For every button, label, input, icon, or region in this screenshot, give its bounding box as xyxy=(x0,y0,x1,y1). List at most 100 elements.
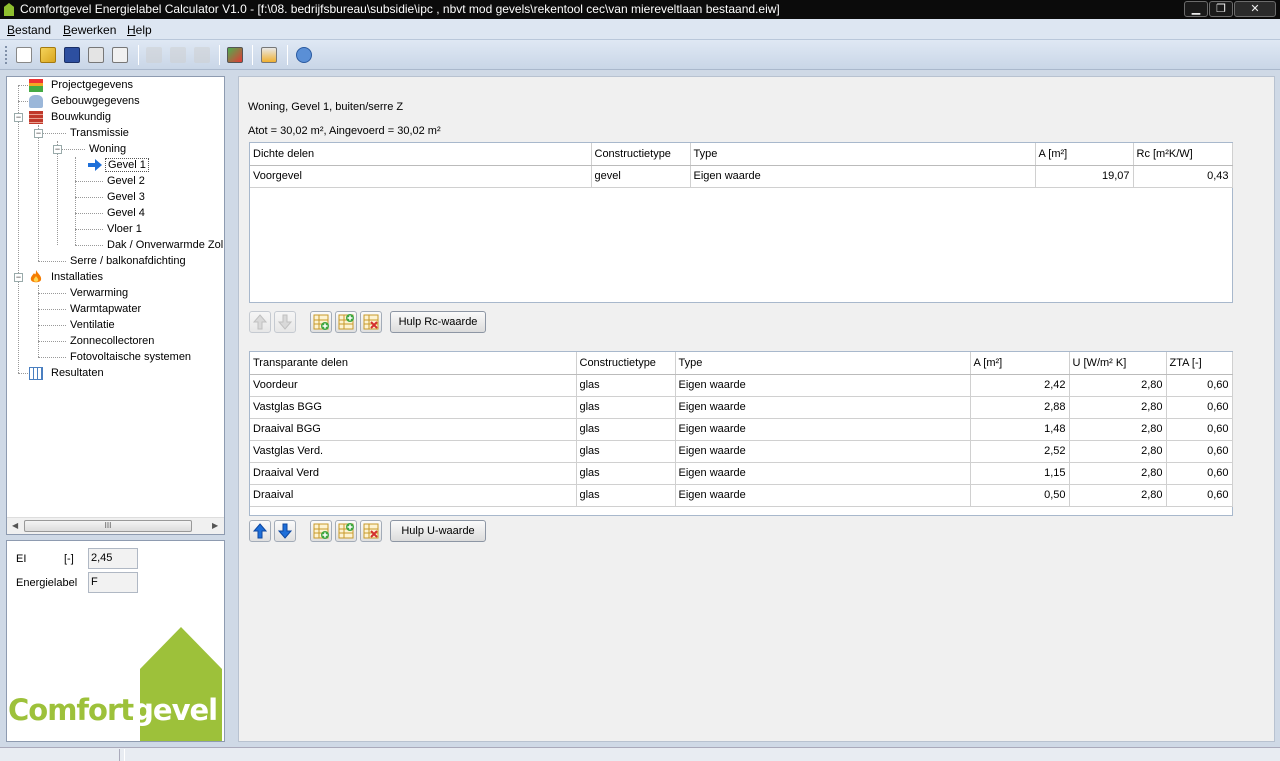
col-header[interactable]: Type xyxy=(690,143,1036,166)
save-icon[interactable] xyxy=(64,47,80,63)
tree-item-fotovoltaische[interactable]: Fotovoltaische systemen xyxy=(68,349,193,365)
cell-name[interactable]: Vastglas BGG xyxy=(250,396,577,419)
expander-woning[interactable]: − xyxy=(53,145,62,154)
cell-type[interactable]: Eigen waarde xyxy=(690,165,1036,188)
tree-item-serre[interactable]: Serre / balkonafdichting xyxy=(68,253,188,269)
insert-row-button[interactable] xyxy=(335,520,357,542)
copy-icon[interactable] xyxy=(170,47,186,63)
cell-name[interactable]: Draaival BGG xyxy=(250,418,577,441)
tree-item-warmtapwater[interactable]: Warmtapwater xyxy=(68,301,143,317)
tree-item-transmissie[interactable]: Transmissie xyxy=(68,125,131,141)
tree-item-gebouwgegevens[interactable]: Gebouwgegevens xyxy=(49,93,142,109)
table-row[interactable]: Draaival glas Eigen waarde 0,50 2,80 0,6… xyxy=(250,484,1233,507)
tree-item-gevel-2[interactable]: Gevel 2 xyxy=(105,173,147,189)
table-row[interactable]: Draaival Verd glas Eigen waarde 1,15 2,8… xyxy=(250,462,1233,485)
cell-u[interactable]: 2,80 xyxy=(1069,462,1167,485)
tree-item-dak[interactable]: Dak / Onverwarmde Zol xyxy=(105,237,224,253)
add-row-button[interactable] xyxy=(310,311,332,333)
cell-zta[interactable]: 0,60 xyxy=(1166,396,1233,419)
cell-name[interactable]: Voordeur xyxy=(250,374,577,397)
expander-transmissie[interactable]: − xyxy=(34,129,43,138)
paste-icon[interactable] xyxy=(194,47,210,63)
cell-type[interactable]: Eigen waarde xyxy=(675,484,971,507)
tree-horizontal-scrollbar[interactable]: ◀ III ▶ xyxy=(7,517,224,534)
cut-icon[interactable] xyxy=(146,47,162,63)
tree-item-installaties[interactable]: Installaties xyxy=(49,269,105,285)
cell-type[interactable]: Eigen waarde xyxy=(675,440,971,463)
new-file-icon[interactable] xyxy=(16,47,32,63)
cell-constructietype[interactable]: glas xyxy=(576,374,676,397)
minimize-button[interactable]: ▁ xyxy=(1184,1,1208,17)
tree-item-vloer-1[interactable]: Vloer 1 xyxy=(105,221,144,237)
close-button[interactable]: ✕ xyxy=(1234,1,1276,17)
table-row[interactable]: Vastglas Verd. glas Eigen waarde 2,52 2,… xyxy=(250,440,1233,463)
insert-row-button[interactable] xyxy=(335,311,357,333)
add-row-button[interactable] xyxy=(310,520,332,542)
move-up-button[interactable] xyxy=(249,311,271,333)
cell-u[interactable]: 2,80 xyxy=(1069,396,1167,419)
col-header[interactable]: ZTA [-] xyxy=(1166,352,1233,375)
tree-item-gevel-3[interactable]: Gevel 3 xyxy=(105,189,147,205)
calculate-icon[interactable] xyxy=(227,47,243,63)
col-header[interactable]: Dichte delen xyxy=(250,143,592,166)
move-down-button[interactable] xyxy=(274,520,296,542)
tree-item-gevel-1[interactable]: Gevel 1 xyxy=(105,157,149,173)
cell-area[interactable]: 1,48 xyxy=(970,418,1070,441)
expander-bouwkundig[interactable]: − xyxy=(14,113,23,122)
tree-item-projectgegevens[interactable]: Projectgegevens xyxy=(49,77,135,93)
cell-area[interactable]: 2,88 xyxy=(970,396,1070,419)
cell-name[interactable]: Voorgevel xyxy=(250,165,592,188)
col-header[interactable]: Constructietype xyxy=(591,143,691,166)
dichte-delen-grid[interactable]: Dichte delen Constructietype Type A [m²]… xyxy=(249,142,1233,303)
print-preview-icon[interactable] xyxy=(112,47,128,63)
cell-u[interactable]: 2,80 xyxy=(1069,484,1167,507)
tree-item-ventilatie[interactable]: Ventilatie xyxy=(68,317,117,333)
cell-type[interactable]: Eigen waarde xyxy=(675,462,971,485)
delete-row-button[interactable] xyxy=(360,520,382,542)
scroll-right-icon[interactable]: ▶ xyxy=(212,521,218,530)
transparante-delen-grid[interactable]: Transparante delen Constructietype Type … xyxy=(249,351,1233,516)
tree-item-resultaten[interactable]: Resultaten xyxy=(49,365,106,381)
table-row[interactable]: Voorgevel gevel Eigen waarde 19,07 0,43 xyxy=(250,165,1233,188)
tree-item-woning[interactable]: Woning xyxy=(87,141,128,157)
tree-item-zonnecollectoren[interactable]: Zonnecollectoren xyxy=(68,333,156,349)
cell-zta[interactable]: 0,60 xyxy=(1166,374,1233,397)
cell-rc[interactable]: 0,43 xyxy=(1133,165,1233,188)
col-header[interactable]: A [m²] xyxy=(970,352,1070,375)
menu-help[interactable]: Help xyxy=(127,23,152,37)
cell-area[interactable]: 19,07 xyxy=(1035,165,1134,188)
cell-area[interactable]: 2,52 xyxy=(970,440,1070,463)
menu-bestand[interactable]: Bestand xyxy=(7,23,51,37)
scroll-left-icon[interactable]: ◀ xyxy=(12,521,18,530)
cell-zta[interactable]: 0,60 xyxy=(1166,440,1233,463)
cell-constructietype[interactable]: glas xyxy=(576,440,676,463)
cell-u[interactable]: 2,80 xyxy=(1069,374,1167,397)
expander-installaties[interactable]: − xyxy=(14,273,23,282)
col-header[interactable]: Rc [m²K/W] xyxy=(1133,143,1233,166)
cell-u[interactable]: 2,80 xyxy=(1069,440,1167,463)
cell-zta[interactable]: 0,60 xyxy=(1166,418,1233,441)
move-down-button[interactable] xyxy=(274,311,296,333)
col-header[interactable]: Transparante delen xyxy=(250,352,577,375)
cell-area[interactable]: 2,42 xyxy=(970,374,1070,397)
cell-constructietype[interactable]: glas xyxy=(576,396,676,419)
cell-area[interactable]: 0,50 xyxy=(970,484,1070,507)
cell-zta[interactable]: 0,60 xyxy=(1166,484,1233,507)
cell-type[interactable]: Eigen waarde xyxy=(675,374,971,397)
tree-item-verwarming[interactable]: Verwarming xyxy=(68,285,130,301)
menu-bewerken[interactable]: Bewerken xyxy=(63,23,116,37)
cell-u[interactable]: 2,80 xyxy=(1069,418,1167,441)
hulp-rc-waarde-button[interactable]: Hulp Rc-waarde xyxy=(390,311,486,333)
print-icon[interactable] xyxy=(88,47,104,63)
help-icon[interactable] xyxy=(296,47,312,63)
table-row[interactable]: Draaival BGG glas Eigen waarde 1,48 2,80… xyxy=(250,418,1233,441)
cell-type[interactable]: Eigen waarde xyxy=(675,418,971,441)
table-row[interactable]: Voordeur glas Eigen waarde 2,42 2,80 0,6… xyxy=(250,374,1233,397)
cell-name[interactable]: Vastglas Verd. xyxy=(250,440,577,463)
open-folder-icon[interactable] xyxy=(40,47,56,63)
col-header[interactable]: U [W/m² K] xyxy=(1069,352,1167,375)
delete-row-button[interactable] xyxy=(360,311,382,333)
table-row[interactable]: Vastglas BGG glas Eigen waarde 2,88 2,80… xyxy=(250,396,1233,419)
cell-constructietype[interactable]: gevel xyxy=(591,165,691,188)
cell-area[interactable]: 1,15 xyxy=(970,462,1070,485)
